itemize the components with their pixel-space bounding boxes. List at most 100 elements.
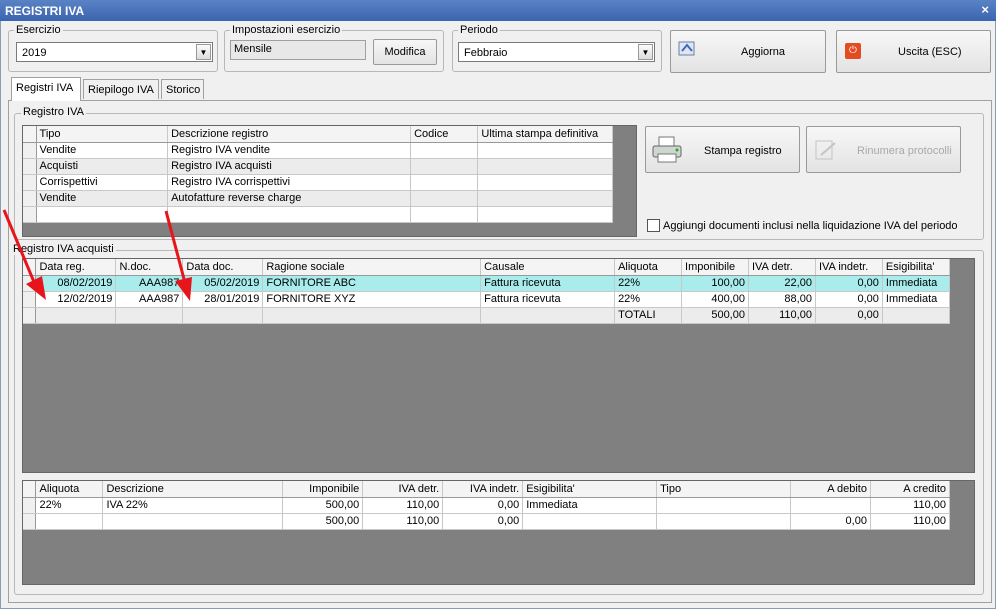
- cell-descrizione[interactable]: IVA 22%: [102, 497, 284, 514]
- column-header[interactable]: IVA detr.: [748, 259, 816, 276]
- column-header[interactable]: Descrizione: [102, 481, 284, 498]
- row-selector[interactable]: [23, 142, 37, 159]
- column-header[interactable]: Esigibilita': [882, 259, 951, 276]
- column-header[interactable]: Tipo: [36, 126, 169, 143]
- impostazioni-label: Impostazioni esercizio: [230, 24, 343, 36]
- frequenza-field: Mensile: [230, 40, 366, 60]
- column-header[interactable]: Aliquota: [35, 481, 104, 498]
- cell-a-credito[interactable]: 110,00: [870, 497, 951, 514]
- cell-descrizione[interactable]: Autofatture reverse charge: [167, 190, 412, 207]
- chevron-down-icon[interactable]: ▼: [196, 44, 211, 60]
- column-header[interactable]: Aliquota: [614, 259, 683, 276]
- uscita-button[interactable]: ⏻ Uscita (ESC): [836, 30, 991, 73]
- totale-iva-indetr: 0,00: [442, 513, 524, 530]
- esercizio-label: Esercizio: [14, 24, 63, 36]
- modifica-button[interactable]: Modifica: [373, 39, 437, 65]
- annotation-arrow-icon: [164, 210, 192, 301]
- cell-iva-detr[interactable]: 110,00: [362, 497, 444, 514]
- column-header[interactable]: IVA indetr.: [815, 259, 883, 276]
- cell-ragione-sociale[interactable]: FORNITORE ABC: [262, 275, 482, 292]
- window-title: REGISTRI IVA: [5, 4, 85, 18]
- cell-codice[interactable]: [410, 158, 479, 175]
- tab-storico[interactable]: Storico: [161, 79, 204, 99]
- row-selector[interactable]: [23, 497, 37, 514]
- cell-tipo[interactable]: [656, 497, 791, 514]
- totale-a-credito: 110,00: [870, 513, 951, 530]
- title-bar: REGISTRI IVA ×: [0, 0, 996, 21]
- table-row[interactable]: 22% IVA 22% 500,00 110,00 0,00 Immediata…: [23, 497, 951, 514]
- annotation-arrow-icon: [2, 209, 46, 300]
- column-header[interactable]: A debito: [790, 481, 871, 498]
- column-header[interactable]: Imponibile: [282, 481, 364, 498]
- table-row[interactable]: Acquisti Registro IVA acquisti: [23, 158, 613, 175]
- cell-codice[interactable]: [410, 190, 479, 207]
- cell-imponibile[interactable]: 400,00: [681, 291, 749, 308]
- cell-descrizione[interactable]: Registro IVA corrispettivi: [167, 174, 412, 191]
- power-icon: ⏻: [845, 43, 861, 59]
- cell-ultima-stampa[interactable]: [477, 174, 613, 191]
- periodo-select[interactable]: Febbraio ▼: [458, 42, 655, 62]
- cell-ragione-sociale[interactable]: FORNITORE XYZ: [262, 291, 482, 308]
- cell-imponibile[interactable]: 500,00: [282, 497, 364, 514]
- stampa-registro-button[interactable]: Stampa registro: [645, 126, 800, 173]
- column-header[interactable]: IVA indetr.: [442, 481, 524, 498]
- cell-codice[interactable]: [410, 174, 479, 191]
- cell-tipo[interactable]: Corrispettivi: [36, 174, 169, 191]
- table-row[interactable]: Vendite Registro IVA vendite: [23, 142, 613, 159]
- stampa-registro-label: Stampa registro: [704, 145, 782, 157]
- cell-iva-indetr[interactable]: 0,00: [442, 497, 524, 514]
- riepilogo-grid[interactable]: Aliquota Descrizione Imponibile IVA detr…: [22, 480, 975, 585]
- cell-iva-detr[interactable]: 22,00: [748, 275, 816, 292]
- row-selector[interactable]: [23, 158, 37, 175]
- cell-aliquota[interactable]: 22%: [35, 497, 104, 514]
- cell-tipo[interactable]: Vendite: [36, 142, 169, 159]
- refresh-icon: [677, 39, 697, 59]
- table-row[interactable]: [23, 206, 613, 223]
- cell-a-debito[interactable]: [790, 497, 871, 514]
- column-header[interactable]: Descrizione registro: [167, 126, 412, 143]
- column-header[interactable]: IVA detr.: [362, 481, 444, 498]
- cell-tipo[interactable]: Acquisti: [36, 158, 169, 175]
- column-header[interactable]: Causale: [480, 259, 616, 276]
- cell-descrizione[interactable]: Registro IVA vendite: [167, 142, 412, 159]
- cell-esigibilita[interactable]: Immediata: [882, 275, 951, 292]
- tab-registri-iva[interactable]: Registri IVA: [11, 77, 81, 101]
- printer-icon: [651, 135, 683, 165]
- cell-ultima-stampa[interactable]: [477, 142, 613, 159]
- cell-descrizione[interactable]: Registro IVA acquisti: [167, 158, 412, 175]
- row-selector[interactable]: [23, 174, 37, 191]
- aggiorna-button[interactable]: Aggiorna: [670, 30, 826, 73]
- cell-esigibilita[interactable]: Immediata: [882, 291, 951, 308]
- totale-imponibile: 500,00: [282, 513, 364, 530]
- uscita-label: Uscita (ESC): [898, 46, 962, 58]
- tab-riepilogo-iva[interactable]: Riepilogo IVA: [83, 79, 159, 99]
- cell-ultima-stampa[interactable]: [477, 190, 613, 207]
- cell-causale[interactable]: Fattura ricevuta: [480, 275, 616, 292]
- close-icon[interactable]: ×: [981, 2, 989, 17]
- column-header[interactable]: Tipo: [656, 481, 791, 498]
- cell-aliquota[interactable]: 22%: [614, 291, 683, 308]
- column-header[interactable]: Esigibilita': [522, 481, 658, 498]
- column-header[interactable]: Imponibile: [681, 259, 749, 276]
- cell-causale[interactable]: Fattura ricevuta: [480, 291, 616, 308]
- cell-iva-indetr[interactable]: 0,00: [815, 275, 883, 292]
- aggiungi-documenti-checkbox[interactable]: [647, 219, 660, 232]
- totale-a-debito: 0,00: [790, 513, 871, 530]
- chevron-down-icon[interactable]: ▼: [638, 44, 653, 60]
- rinumera-protocolli-button[interactable]: Rinumera protocolli: [806, 126, 961, 173]
- cell-iva-detr[interactable]: 88,00: [748, 291, 816, 308]
- esercizio-select[interactable]: 2019 ▼: [16, 42, 213, 62]
- column-header[interactable]: Ragione sociale: [262, 259, 482, 276]
- registro-iva-grid[interactable]: Tipo Descrizione registro Codice Ultima …: [22, 125, 637, 237]
- column-header[interactable]: Codice: [410, 126, 479, 143]
- cell-imponibile[interactable]: 100,00: [681, 275, 749, 292]
- cell-ultima-stampa[interactable]: [477, 158, 613, 175]
- cell-esigibilita[interactable]: Immediata: [522, 497, 658, 514]
- cell-iva-indetr[interactable]: 0,00: [815, 291, 883, 308]
- table-row[interactable]: Corrispettivi Registro IVA corrispettivi: [23, 174, 613, 191]
- cell-codice[interactable]: [410, 142, 479, 159]
- column-header[interactable]: Ultima stampa definitiva: [477, 126, 613, 143]
- table-row[interactable]: Vendite Autofatture reverse charge: [23, 190, 613, 207]
- column-header[interactable]: A credito: [870, 481, 951, 498]
- cell-aliquota[interactable]: 22%: [614, 275, 683, 292]
